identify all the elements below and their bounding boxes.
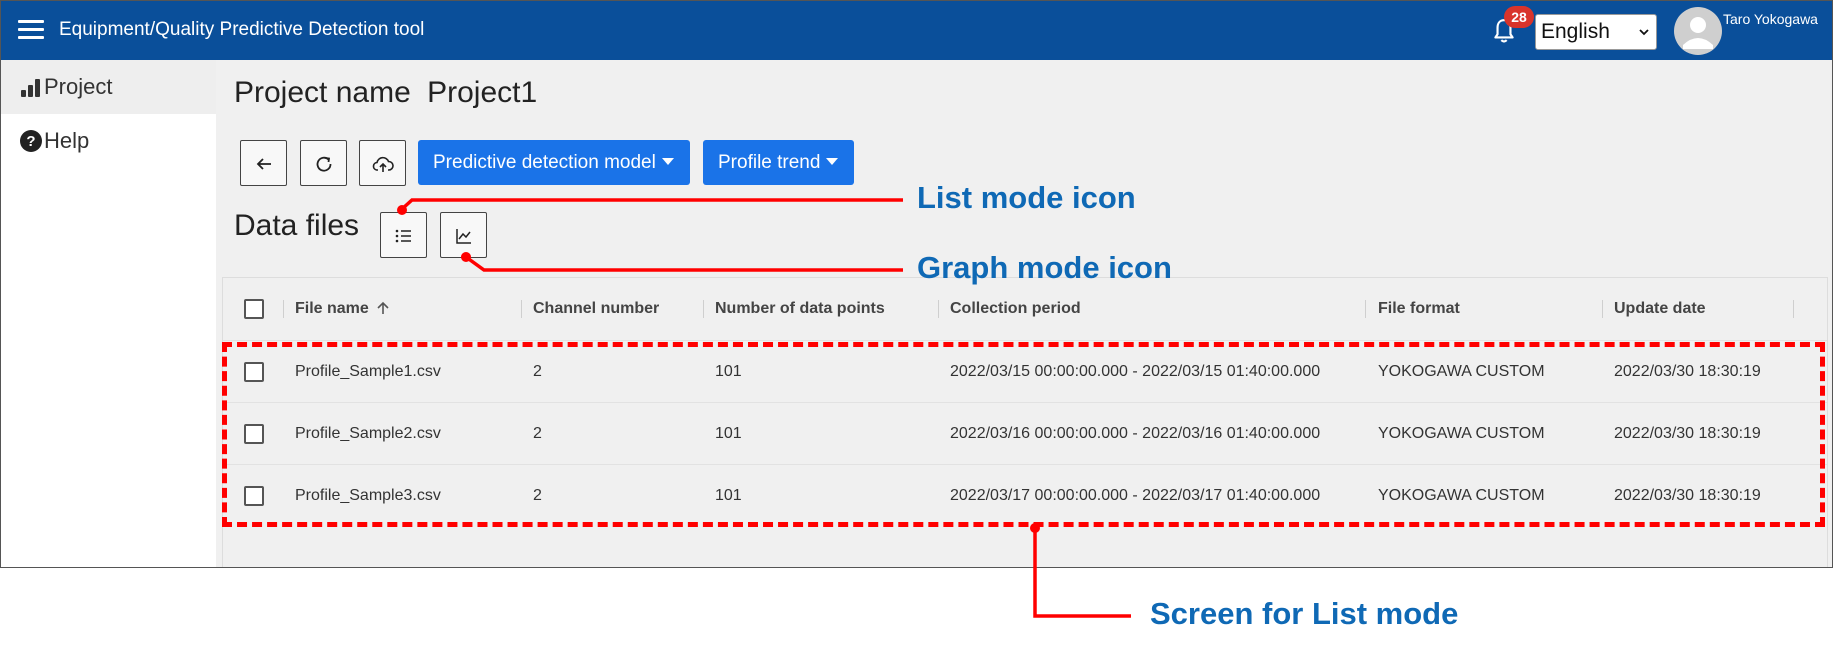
language-select[interactable]: English bbox=[1535, 14, 1657, 50]
sort-arrow-up-icon[interactable] bbox=[375, 300, 391, 316]
column-separator bbox=[1793, 300, 1794, 318]
column-header-file-format[interactable]: File format bbox=[1378, 278, 1460, 340]
table-header-row: File name Channel number Number of data … bbox=[223, 278, 1827, 340]
caret-down-icon bbox=[661, 158, 674, 165]
back-button[interactable] bbox=[240, 140, 287, 186]
sidebar-item-project[interactable]: Project bbox=[1, 60, 216, 114]
column-header-label: File name bbox=[295, 300, 369, 317]
user-name: Taro Yokogawa bbox=[1723, 11, 1818, 27]
project-name: Project1 bbox=[427, 76, 538, 109]
profile-trend-menu[interactable]: Profile trend bbox=[703, 140, 854, 185]
list-mode-icon-annotation: List mode icon bbox=[917, 180, 1136, 215]
page-title: Project name Project1 bbox=[234, 76, 537, 110]
cloud-upload-icon bbox=[372, 156, 394, 172]
arrow-left-icon bbox=[256, 158, 271, 170]
sidebar-item-label: Project bbox=[44, 74, 113, 99]
sidebar: Project ? Help bbox=[1, 60, 216, 567]
column-separator bbox=[1602, 300, 1603, 318]
column-header-file-name[interactable]: File name bbox=[295, 278, 391, 340]
column-separator bbox=[938, 300, 939, 318]
list-mode-screen-annotation: Screen for List mode bbox=[1150, 596, 1459, 631]
predictive-detection-model-label: Predictive detection model bbox=[433, 152, 656, 173]
column-header-collection-period[interactable]: Collection period bbox=[950, 278, 1081, 340]
project-label: Project name bbox=[234, 76, 411, 109]
upload-button[interactable] bbox=[359, 140, 406, 186]
column-separator bbox=[1365, 300, 1366, 318]
chevron-down-icon bbox=[1639, 29, 1649, 36]
hamburger-menu-icon[interactable] bbox=[18, 20, 44, 40]
graph-mode-icon bbox=[456, 229, 471, 244]
top-bar: Equipment/Quality Predictive Detection t… bbox=[1, 1, 1832, 60]
bar-chart-icon bbox=[21, 79, 40, 97]
refresh-button[interactable] bbox=[300, 140, 347, 186]
column-header-channel-number[interactable]: Channel number bbox=[533, 278, 659, 340]
user-icon bbox=[1683, 17, 1713, 49]
column-header-data-points[interactable]: Number of data points bbox=[715, 278, 885, 340]
graph-mode-icon-annotation: Graph mode icon bbox=[917, 250, 1172, 285]
predictive-detection-model-menu[interactable]: Predictive detection model bbox=[418, 140, 690, 185]
profile-trend-label: Profile trend bbox=[718, 152, 821, 173]
notification-badge: 28 bbox=[1504, 6, 1534, 28]
column-separator bbox=[521, 300, 522, 318]
graph-mode-button[interactable] bbox=[440, 212, 487, 258]
sidebar-item-label: Help bbox=[44, 128, 90, 153]
refresh-icon bbox=[316, 156, 332, 172]
list-mode-screen-highlight bbox=[222, 342, 1825, 527]
caret-down-icon bbox=[826, 158, 839, 165]
select-all-checkbox[interactable] bbox=[244, 299, 264, 319]
help-icon: ? bbox=[20, 130, 42, 152]
list-mode-button[interactable] bbox=[380, 212, 427, 258]
avatar[interactable] bbox=[1674, 7, 1722, 55]
sidebar-item-help[interactable]: ? Help bbox=[1, 114, 216, 168]
language-value: English bbox=[1541, 20, 1610, 43]
column-separator bbox=[283, 300, 284, 318]
column-separator bbox=[703, 300, 704, 318]
app-title: Equipment/Quality Predictive Detection t… bbox=[59, 19, 425, 40]
column-header-update-date[interactable]: Update date bbox=[1614, 278, 1706, 340]
data-files-title: Data files bbox=[234, 209, 360, 242]
svg-text:?: ? bbox=[26, 133, 35, 150]
list-mode-icon bbox=[395, 229, 411, 243]
